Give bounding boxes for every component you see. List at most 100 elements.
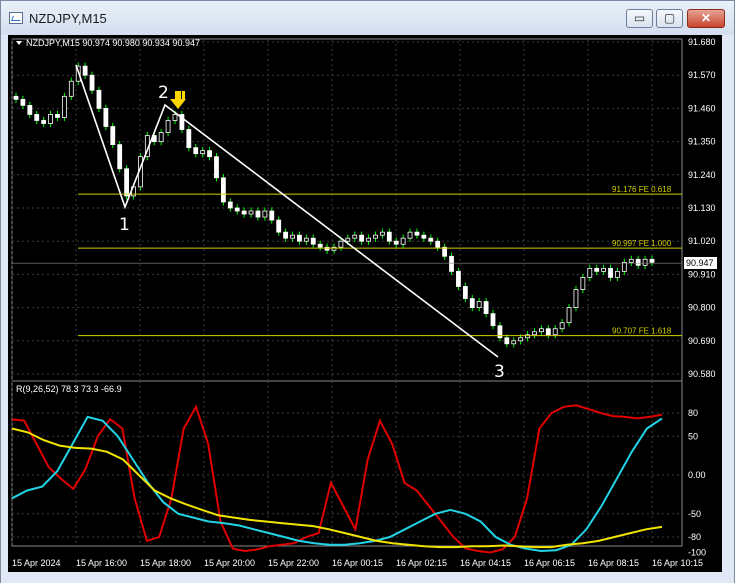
candle-body [511, 340, 517, 345]
candle-body [338, 240, 344, 248]
candle-body [504, 337, 510, 345]
price-pane-frame [11, 38, 683, 382]
candle-body [435, 240, 441, 248]
candle-body [117, 144, 123, 170]
candle-body [290, 234, 295, 239]
candle-body [48, 114, 53, 124]
fib-level-label: 90.707 FE 1.618 [612, 327, 672, 336]
chart-window: NZDJPY,M15 ▭ ▢ ✕ 91.176 FE 0.618 90.997 F… [0, 0, 735, 583]
candle-body [248, 210, 254, 215]
candle-body [283, 231, 289, 239]
candle-body [227, 201, 233, 209]
axes: 91.680 91.570 91.460 91.350 91.240 91.130 91.0… [12, 37, 716, 568]
candle-body [601, 267, 607, 272]
candle-body [269, 210, 275, 221]
candle-body [483, 301, 489, 315]
candle-body [393, 240, 399, 245]
candle-body [96, 89, 102, 109]
chart-canvas[interactable]: 91.176 FE 0.618 90.997 FE 1.000 90.707 FE … [8, 35, 722, 572]
candle-body [642, 258, 648, 266]
pattern-point-2: 2 [158, 83, 169, 103]
indicator-tick-label: 0.00 [688, 470, 706, 480]
time-tick-label: 16 Apr 06:15 [524, 558, 575, 568]
candle-body [518, 337, 524, 342]
candle-body [214, 156, 219, 179]
indicator-tick-label: -50 [688, 509, 701, 519]
candle-body [490, 313, 496, 327]
candle-body [573, 289, 579, 308]
price-tick-label: 90.580 [688, 369, 716, 379]
candle-body [552, 328, 558, 336]
candle-body [241, 210, 247, 215]
candle-body [345, 237, 351, 242]
candle-body [635, 258, 641, 266]
time-tick-label: 16 Apr 04:15 [460, 558, 511, 568]
close-button[interactable]: ✕ [687, 9, 725, 28]
candle-body [407, 231, 413, 239]
time-tick-label: 16 Apr 02:15 [396, 558, 447, 568]
time-tick-label: 15 Apr 2024 [12, 558, 61, 568]
candle-body [68, 80, 74, 97]
candle-body [421, 234, 427, 239]
indicator-tick-label: 50 [688, 431, 698, 441]
time-tick-label: 16 Apr 08:15 [588, 558, 639, 568]
candle-body [89, 74, 95, 91]
candle-body [317, 243, 323, 248]
current-price-label: 90.947 [686, 258, 714, 268]
candle-body [469, 298, 475, 308]
candle-body [61, 95, 67, 118]
candle-body [587, 267, 593, 278]
candle-body [456, 270, 461, 287]
price-tick-label: 91.240 [688, 170, 716, 180]
maximize-button[interactable]: ▢ [656, 9, 683, 28]
candle-body [476, 301, 482, 308]
collapse-triangle-icon[interactable] [16, 41, 22, 45]
candle-body [400, 237, 406, 245]
candle-body [566, 307, 572, 324]
chart-area[interactable]: 91.176 FE 0.618 90.997 FE 1.000 90.707 FE … [8, 35, 722, 572]
candle-body [580, 277, 586, 290]
candle-body [594, 267, 600, 272]
candle-body [449, 255, 454, 272]
candle-body [186, 129, 192, 149]
price-tick-label: 90.910 [688, 269, 716, 279]
title-bar[interactable]: NZDJPY,M15 ▭ ▢ ✕ [1, 1, 734, 35]
price-info-label: NZDJPY,M15 90.974 90.980 90.934 90.947 [26, 38, 200, 48]
price-tick-label: 91.460 [688, 103, 716, 113]
candle-body [379, 231, 385, 236]
candle-body [255, 210, 261, 218]
candle-body [158, 132, 164, 143]
chart-grid [11, 39, 682, 546]
candle-body [559, 322, 565, 330]
candle-body [373, 234, 378, 239]
candle-body [303, 237, 309, 242]
candle-body [608, 267, 613, 278]
time-tick-label: 15 Apr 18:00 [140, 558, 191, 568]
indicator-tick-label: -100 [688, 548, 706, 558]
candle-body [27, 104, 33, 115]
candle-body [462, 286, 468, 299]
candle-body [200, 150, 206, 155]
candle-body [103, 108, 109, 127]
candle-body [13, 95, 19, 100]
candle-body [352, 234, 358, 239]
candle-body [165, 120, 171, 133]
indicator-lines [11, 404, 663, 554]
pattern-point-3: 3 [494, 362, 505, 382]
candle-body [234, 207, 240, 212]
candle-body [359, 234, 365, 242]
right-border [722, 35, 734, 572]
candle-body [276, 219, 282, 233]
time-tick-label: 16 Apr 00:15 [332, 558, 383, 568]
candle-body [628, 258, 634, 263]
fib-level-label: 91.176 FE 0.618 [612, 185, 672, 194]
price-tick-label: 91.680 [688, 37, 716, 47]
candle-body [55, 114, 60, 118]
candle-body [220, 177, 226, 203]
indicator-tick-label: 80 [688, 408, 698, 418]
minimize-button[interactable]: ▭ [626, 9, 653, 28]
candle-body [310, 237, 316, 245]
time-tick-label: 15 Apr 16:00 [76, 558, 127, 568]
candlesticks [13, 62, 655, 348]
chart-window-icon [9, 12, 23, 24]
